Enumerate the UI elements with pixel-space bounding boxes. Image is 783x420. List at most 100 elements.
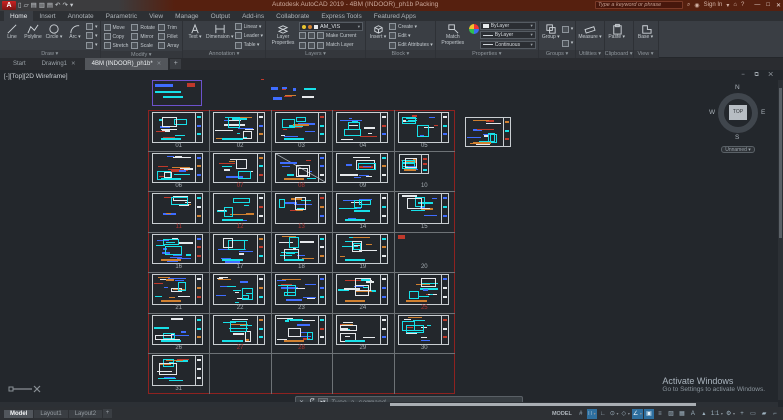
tab-annotate[interactable]: Annotate: [62, 11, 100, 21]
match-layer-button[interactable]: Match Layer: [299, 41, 363, 50]
viewcube[interactable]: N S W E TOP Unnamed ▾: [709, 84, 767, 156]
panel-label-block[interactable]: Block ▾: [366, 50, 435, 58]
match-properties-button[interactable]: Match Properties: [438, 22, 468, 50]
line-button[interactable]: Line: [2, 22, 22, 50]
otrack-icon[interactable]: ▣: [644, 409, 654, 419]
edit-button[interactable]: Edit ▾: [389, 31, 433, 40]
doc-tab-4bm-indoor-ph1b-[interactable]: 4BM (INDOOR)_ph1b*✕: [85, 58, 169, 70]
annotation-visibility-icon[interactable]: A: [688, 409, 698, 419]
tab-output[interactable]: Output: [205, 11, 237, 21]
layout-tab-model[interactable]: Model: [4, 410, 33, 418]
object-color-dropdown[interactable]: ByLayer▾: [480, 22, 536, 30]
tab-view[interactable]: View: [143, 11, 169, 21]
panel-label-annotation[interactable]: Annotation ▾: [183, 50, 265, 58]
redo-icon[interactable]: ↷: [63, 1, 68, 10]
circle-button[interactable]: Circle ▾: [44, 22, 64, 50]
tab-add-ins[interactable]: Add-ins: [236, 11, 270, 21]
text-button[interactable]: Text ▾: [185, 22, 205, 50]
table-button[interactable]: Table ▾: [235, 41, 263, 50]
drawing-canvas[interactable]: [-][Top][2D Wireframe] − ⧉ ✕ 01020304050…: [0, 70, 783, 407]
qat-dropdown-icon[interactable]: ▾: [70, 1, 73, 10]
group-edit-button[interactable]: ▾: [562, 39, 574, 48]
vertical-scrollbar[interactable]: [778, 80, 783, 400]
isolate-icon[interactable]: ▭: [748, 409, 758, 419]
make-current-button[interactable]: Make Current: [299, 31, 363, 40]
store-icon[interactable]: ▾: [726, 2, 729, 9]
rotate-button[interactable]: Rotate: [131, 23, 155, 32]
doc-tab-start[interactable]: Start: [6, 58, 33, 70]
undo-icon[interactable]: ↶: [55, 1, 60, 10]
model-space-label[interactable]: MODEL: [552, 411, 572, 417]
panel-label-groups[interactable]: Groups ▾: [539, 50, 576, 58]
viewport-window-buttons[interactable]: − ⧉ ✕: [741, 72, 777, 79]
selection-cycling-icon[interactable]: ▦: [677, 409, 687, 419]
insert-button[interactable]: Insert ▾: [368, 22, 388, 50]
dimension-button[interactable]: Dimension ▾: [206, 22, 234, 50]
layout-tab-layout2[interactable]: Layout2: [69, 410, 102, 418]
named-view-dropdown[interactable]: Unnamed ▾: [721, 146, 755, 153]
tab-express-tools[interactable]: Express Tools: [315, 11, 367, 21]
search-icon[interactable]: ⌕: [687, 2, 690, 9]
hatch-button[interactable]: ▾: [86, 41, 98, 50]
new-drawing-tab-button[interactable]: +: [170, 59, 181, 69]
open-file-icon[interactable]: ▱: [24, 1, 29, 10]
saveas-icon[interactable]: ▥: [39, 1, 45, 10]
viewcube-east[interactable]: E: [761, 109, 765, 116]
move-button[interactable]: Move: [104, 23, 129, 32]
create-button[interactable]: Create ▾: [389, 22, 433, 31]
new-file-icon[interactable]: ▯: [18, 1, 22, 10]
ellipse-button[interactable]: ▾: [86, 31, 98, 40]
maximize-button[interactable]: □: [766, 2, 770, 9]
ortho-icon[interactable]: ∟: [598, 409, 608, 419]
copy-button[interactable]: Copy: [104, 32, 129, 41]
leader-button[interactable]: Leader ▾: [235, 31, 263, 40]
panel-label-view[interactable]: View ▾: [634, 50, 658, 58]
transparency-icon[interactable]: ▨: [666, 409, 676, 419]
array-button[interactable]: Array: [158, 41, 179, 50]
new-layout-button[interactable]: +: [103, 409, 112, 418]
help-icon[interactable]: ?: [741, 2, 744, 8]
tab-home[interactable]: Home: [4, 11, 33, 21]
minimize-button[interactable]: —: [754, 2, 760, 9]
measure-button[interactable]: Measure ▾: [578, 22, 601, 50]
workspace-icon[interactable]: ⚙ ▾: [725, 409, 736, 419]
base-button[interactable]: Base ▾: [636, 22, 656, 50]
polyline-button[interactable]: Polyline: [23, 22, 43, 50]
stretch-button[interactable]: Stretch: [104, 41, 129, 50]
edit-attributes-button[interactable]: Edit Attributes ▾: [389, 41, 433, 50]
plot-icon[interactable]: ▤: [47, 1, 53, 10]
panel-label-layers[interactable]: Layers ▾: [266, 50, 365, 58]
viewcube-top-face[interactable]: TOP: [729, 105, 747, 120]
lineweight-icon[interactable]: ≡: [655, 409, 665, 419]
tab-featured-apps[interactable]: Featured Apps: [368, 11, 422, 21]
arc-button[interactable]: Arc ▾: [65, 22, 85, 50]
paste-button[interactable]: Paste ▾: [607, 22, 627, 50]
performance-icon[interactable]: ▰: [759, 409, 769, 419]
tab-close-icon[interactable]: ✕: [71, 60, 76, 68]
clean-screen-icon[interactable]: ⌐: [770, 409, 780, 419]
customization-icon[interactable]: +: [737, 409, 747, 419]
linear-button[interactable]: Linear ▾: [235, 22, 263, 31]
autocad-logo-icon[interactable]: A: [2, 1, 16, 10]
ungroup-button[interactable]: ▾: [562, 25, 574, 34]
tab-parametric[interactable]: Parametric: [100, 11, 143, 21]
sign-in-link[interactable]: Sign In: [704, 2, 723, 8]
fillet-button[interactable]: Fillet: [158, 32, 179, 41]
layer-properties-button[interactable]: Layer Properties: [268, 22, 298, 50]
viewcube-south[interactable]: S: [735, 134, 739, 141]
color-wheel-icon[interactable]: [469, 24, 479, 34]
layout-tab-layout1[interactable]: Layout1: [34, 410, 67, 418]
tab-collaborate[interactable]: Collaborate: [270, 11, 315, 21]
doc-tab-drawing1[interactable]: Drawing1✕: [35, 58, 83, 70]
tab-manage[interactable]: Manage: [169, 11, 205, 21]
object-linetype-dropdown[interactable]: Continuous▾: [480, 41, 536, 49]
panel-label-draw[interactable]: Draw ▾: [0, 50, 100, 58]
close-button[interactable]: ✕: [776, 2, 781, 9]
scale-button[interactable]: Scale: [131, 41, 155, 50]
autodesk-app-icon[interactable]: ⌂: [733, 2, 737, 8]
viewcube-north[interactable]: N: [735, 84, 740, 91]
search-input[interactable]: Type a keyword or phrase: [595, 1, 683, 9]
rectangle-button[interactable]: ▾: [86, 22, 98, 31]
save-icon[interactable]: ▤: [31, 1, 37, 10]
isodraft-icon[interactable]: ◇ ▾: [621, 409, 631, 419]
